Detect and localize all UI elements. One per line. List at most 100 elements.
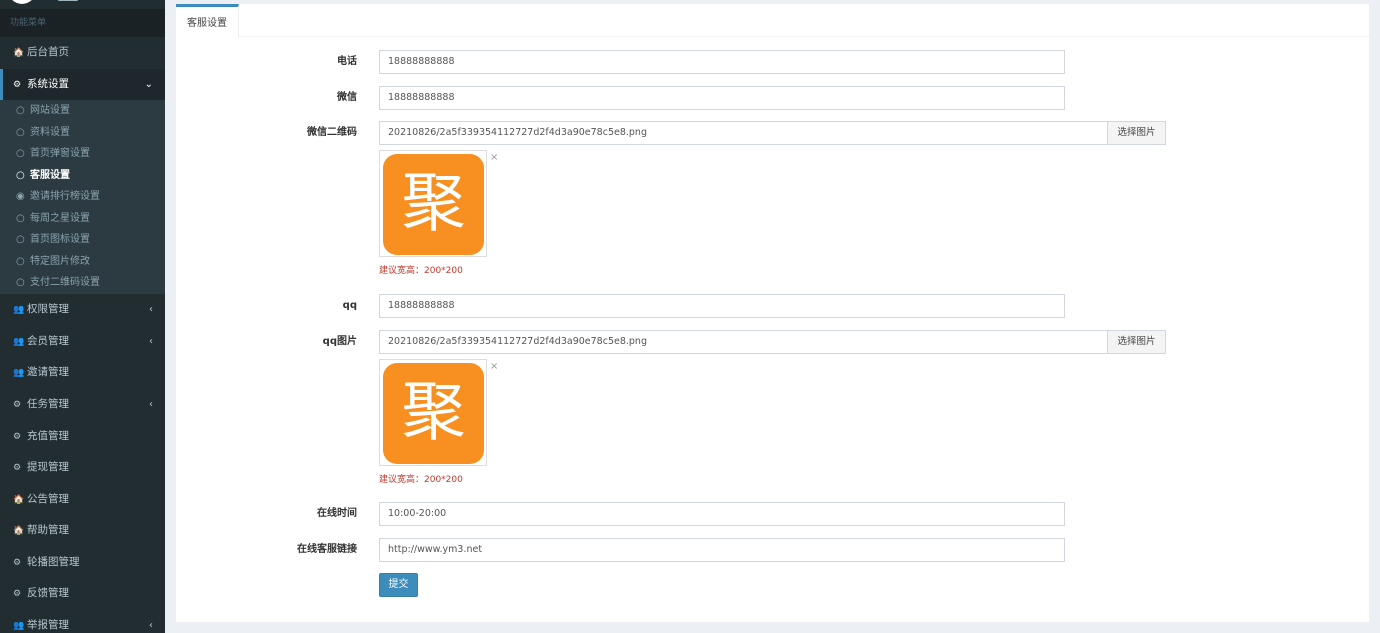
submenu-item-label: 网站设置	[30, 105, 70, 116]
dashboard-icon: ⚙	[13, 558, 22, 568]
circle-icon: ○	[16, 126, 25, 138]
tab-customer-service[interactable]: 客服设置	[176, 4, 239, 37]
submenu-item-label: 支付二维码设置	[30, 277, 100, 288]
submenu-item-customer-service[interactable]: ○ 客服设置	[0, 165, 165, 187]
wechat-qr-path-field[interactable]: 20210826/2a5f339354112727d2f4d3a90e78c5e…	[379, 121, 1108, 145]
submenu-item-weekly-star[interactable]: ○ 每周之星设置	[0, 208, 165, 230]
wechat-qr-select-button[interactable]: 选择图片	[1107, 121, 1166, 145]
submenu-item-pay-qr[interactable]: ○ 支付二维码设置	[0, 272, 165, 294]
chevron-down-icon: ⌄	[144, 79, 153, 90]
sidebar-item-label: 任务管理	[27, 398, 69, 410]
dashboard-icon: ⚙	[13, 432, 22, 442]
qq-field[interactable]: 18888888888	[379, 294, 1065, 318]
qq-image-remove-icon[interactable]: ×	[490, 361, 498, 372]
user-circle-icon: ◉	[16, 191, 25, 202]
sidebar: 功能菜单 🏠 后台首页 ⚙ 系统设置 ⌄ ○ 网站设置 ○ 资料设置 ○ 首页弹窗设置 ○…	[0, 0, 165, 633]
sidebar-item-reports[interactable]: 👥 举报管理 ‹	[0, 610, 165, 633]
chevron-left-icon: ‹	[149, 304, 153, 315]
sidebar-item-label: 提现管理	[27, 461, 69, 473]
circle-icon: ○	[16, 234, 25, 245]
submenu-item-label: 首页弹窗设置	[30, 148, 90, 159]
phone-label: 电话	[337, 56, 357, 67]
sidebar-item-withdraw[interactable]: ⚙ 提现管理	[0, 452, 165, 483]
circle-icon: ○	[16, 105, 25, 116]
users-icon: 👥	[13, 368, 25, 378]
qq-label: qq	[342, 300, 357, 311]
sidebar-item-members[interactable]: 👥 会员管理 ‹	[0, 326, 165, 357]
home-icon: 🏠	[13, 495, 25, 505]
submenu-item-label: 邀请排行榜设置	[30, 191, 100, 202]
sidebar-item-system-settings[interactable]: ⚙ 系统设置 ⌄	[0, 69, 165, 100]
online-time-field[interactable]: 10:00-20:00	[379, 502, 1065, 526]
circle-icon: ○	[16, 212, 25, 224]
qq-image: 聚	[383, 363, 484, 464]
tab-bar: 客服设置	[176, 4, 1369, 37]
sidebar-item-permissions[interactable]: 👥 权限管理 ‹	[0, 294, 165, 325]
sidebar-item-recharge[interactable]: ⚙ 充值管理	[0, 421, 165, 452]
circle-icon: ○	[16, 148, 25, 159]
sidebar-item-feedback[interactable]: ⚙ 反馈管理	[0, 578, 165, 609]
home-icon: 🏠	[13, 526, 25, 536]
circle-icon: ○	[16, 169, 25, 181]
qq-image-select-button[interactable]: 选择图片	[1107, 330, 1166, 354]
logo-text	[58, 0, 78, 1]
chevron-left-icon: ‹	[149, 620, 153, 631]
service-link-label: 在线客服链接	[297, 544, 357, 555]
submenu-item-profile-settings[interactable]: ○ 资料设置	[0, 122, 165, 144]
sidebar-item-label: 充值管理	[27, 430, 69, 442]
chevron-left-icon: ‹	[149, 399, 153, 410]
submenu-item-image-edit[interactable]: ○ 特定图片修改	[0, 251, 165, 273]
sidebar-item-label: 后台首页	[27, 46, 69, 58]
service-link-field[interactable]: http://www.ym3.net	[379, 538, 1065, 562]
sidebar-item-announcements[interactable]: 🏠 公告管理	[0, 484, 165, 515]
submenu-item-home-icons[interactable]: ○ 首页图标设置	[0, 229, 165, 251]
submenu-item-popup-settings[interactable]: ○ 首页弹窗设置	[0, 143, 165, 165]
qq-image-size-hint: 建议宽高：200*200	[379, 475, 463, 485]
logo	[8, 0, 36, 4]
sidebar-item-label: 举报管理	[27, 619, 69, 631]
sidebar-item-label: 会员管理	[27, 335, 69, 347]
users-icon: 👥	[13, 305, 25, 315]
online-time-label: 在线时间	[317, 508, 357, 519]
submenu-item-label: 每周之星设置	[30, 212, 90, 224]
submenu-item-invite-ranking[interactable]: ◉ 邀请排行榜设置	[0, 186, 165, 208]
wechat-qr-size-hint: 建议宽高：200*200	[379, 266, 463, 276]
submenu: ○ 网站设置 ○ 资料设置 ○ 首页弹窗设置 ○ 客服设置 ◉ 邀请排行榜设置 ○ 每周之星…	[0, 100, 165, 294]
sidebar-item-label: 权限管理	[27, 303, 69, 315]
chevron-left-icon: ‹	[149, 336, 153, 347]
sidebar-item-home[interactable]: 🏠 后台首页	[0, 37, 165, 68]
wechat-qr-remove-icon[interactable]: ×	[490, 152, 498, 163]
dashboard-icon: ⚙	[13, 80, 22, 90]
settings-panel: 客服设置 电话 18888888888 微信 18888888888 微信二维码…	[176, 4, 1369, 622]
submit-button[interactable]: 提交	[379, 573, 418, 597]
sidebar-item-carousel[interactable]: ⚙ 轮播图管理	[0, 547, 165, 578]
home-icon: 🏠	[13, 48, 25, 58]
dashboard-icon: ⚙	[13, 400, 22, 410]
qq-image-thumbnail: 聚	[379, 359, 487, 466]
sidebar-item-label: 轮播图管理	[27, 556, 80, 568]
submenu-item-site-settings[interactable]: ○ 网站设置	[0, 100, 165, 122]
dashboard-icon: ⚙	[13, 463, 22, 473]
sidebar-item-help[interactable]: 🏠 帮助管理	[0, 515, 165, 546]
sidebar-item-invites[interactable]: 👥 邀请管理	[0, 357, 165, 388]
phone-field[interactable]: 18888888888	[379, 50, 1065, 74]
wechat-qr-label: 微信二维码	[307, 127, 357, 138]
submenu-item-label: 客服设置	[30, 169, 70, 181]
sidebar-item-tasks[interactable]: ⚙ 任务管理 ‹	[0, 389, 165, 420]
sidebar-item-label: 公告管理	[27, 493, 69, 505]
submenu-item-label: 资料设置	[30, 126, 70, 138]
submenu-item-label: 特定图片修改	[30, 255, 90, 267]
wechat-qr-image: 聚	[383, 154, 484, 255]
sidebar-item-label: 帮助管理	[27, 524, 69, 536]
qq-image-label: qq图片	[322, 336, 357, 347]
sidebar-item-label: 反馈管理	[27, 587, 69, 599]
sidebar-header: 功能菜单	[0, 9, 165, 37]
submenu-item-label: 首页图标设置	[30, 234, 90, 245]
users-icon: 👥	[13, 621, 25, 631]
sidebar-item-label: 邀请管理	[27, 366, 69, 378]
sidebar-item-label: 系统设置	[27, 78, 69, 90]
circle-icon: ○	[16, 255, 25, 267]
wechat-field[interactable]: 18888888888	[379, 86, 1065, 110]
qq-image-path-field[interactable]: 20210826/2a5f339354112727d2f4d3a90e78c5e…	[379, 330, 1108, 354]
wechat-qr-thumbnail: 聚	[379, 150, 487, 257]
